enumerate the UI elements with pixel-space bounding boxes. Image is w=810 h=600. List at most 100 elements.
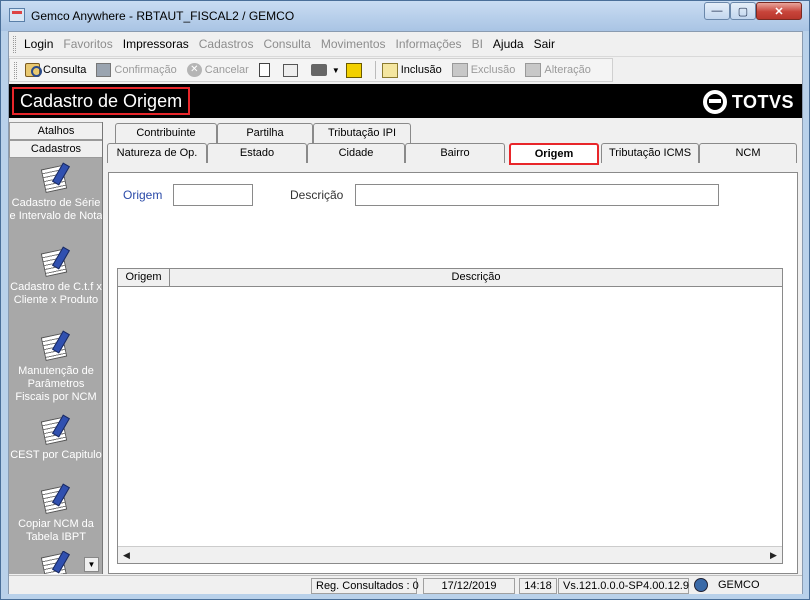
menu-favoritos[interactable]: Favoritos <box>63 37 112 51</box>
close-button[interactable]: ✕ <box>756 2 802 20</box>
toolbar-grip <box>14 61 17 79</box>
menu-ajuda[interactable]: Ajuda <box>493 37 524 51</box>
consulta-button[interactable]: Consulta <box>25 63 86 77</box>
sidebar-item-ctf-cliente-produto[interactable]: Cadastro de C.t.f x Cliente x Produto <box>9 246 102 307</box>
main-panel: Contribuinte Partilha Tributação IPI Nat… <box>105 122 802 574</box>
form-edit-icon <box>40 414 71 446</box>
menu-login[interactable]: Login <box>24 37 53 51</box>
descricao-input[interactable] <box>355 184 719 206</box>
sidebar: Atalhos Cadastros Cadastro de Série e In… <box>9 122 103 574</box>
form-edit-icon <box>40 483 71 515</box>
app-icon <box>9 8 25 22</box>
menu-movimentos[interactable]: Movimentos <box>321 37 386 51</box>
sidebar-shortcut-list: Cadastro de Série e Intervalo de Nota Ca… <box>9 159 103 574</box>
form-edit-icon <box>40 330 71 362</box>
open-button[interactable] <box>282 63 301 77</box>
inclusao-button[interactable]: Inclusão <box>381 62 442 78</box>
tab-partilha[interactable]: Partilha <box>217 123 313 143</box>
toolbar: Consulta Confirmação ✕ Cancelar ▼ Inclus… <box>9 58 613 82</box>
delete-icon <box>451 63 468 77</box>
user-icon <box>694 578 708 592</box>
print-button[interactable] <box>310 64 330 76</box>
origem-label: Origem <box>123 188 163 202</box>
tab-estado[interactable]: Estado <box>207 143 307 163</box>
grid-header: Origem Descrição <box>118 269 782 287</box>
cancelar-button[interactable]: ✕ Cancelar <box>186 63 249 77</box>
form-edit-icon <box>40 551 71 574</box>
menu-consulta[interactable]: Consulta <box>263 37 310 51</box>
sidebar-item-label: Cadastro de C.t.f x Cliente x Produto <box>10 281 102 306</box>
menu-sair[interactable]: Sair <box>534 37 555 51</box>
descricao-label: Descrição <box>290 188 344 202</box>
sidebar-item-parametros-ncm[interactable]: Manutenção de Parâmetros Fiscais por NCM <box>9 330 102 404</box>
tab-bairro[interactable]: Bairro <box>405 143 505 163</box>
status-registros: Reg. Consultados : 0 <box>311 578 419 594</box>
logo-text: TOTVS <box>731 91 794 112</box>
tab-cidade[interactable]: Cidade <box>307 143 405 163</box>
app-window: Gemco Anywhere - RBTAUT_FISCAL2 / GEMCO … <box>0 0 810 600</box>
tab-tributacao-ipi[interactable]: Tributação IPI <box>313 123 411 143</box>
export-button[interactable] <box>345 62 365 78</box>
search-icon <box>25 63 42 77</box>
form-edit-icon <box>40 162 71 194</box>
sidebar-item-serie-intervalo[interactable]: Cadastro de Série e Intervalo de Nota <box>9 162 103 223</box>
menu-grip <box>13 35 16 53</box>
sidebar-scroll-down-button[interactable]: ▼ <box>84 557 99 572</box>
inclusao-label: Inclusão <box>400 64 442 76</box>
sidebar-item-label: CEST por Capitulo <box>10 449 102 461</box>
status-date: 17/12/2019 <box>423 578 515 594</box>
menu-bi[interactable]: BI <box>472 37 483 51</box>
client-area: Login Favoritos Impressoras Cadastros Co… <box>8 31 803 594</box>
totvs-logo-icon <box>702 90 727 114</box>
menu-cadastros[interactable]: Cadastros <box>199 37 254 51</box>
sidebar-tab-cadastros[interactable]: Cadastros <box>9 140 102 158</box>
sidebar-item-label: Copiar NCM da Tabela IBPT <box>18 518 94 543</box>
alteracao-label: Alteração <box>544 64 591 76</box>
scroll-left-icon[interactable]: ◀ <box>119 548 134 562</box>
toolbar-separator <box>374 61 376 79</box>
sidebar-item-cest-capitulo[interactable]: CEST por Capitulo <box>9 414 102 462</box>
grid-horizontal-scrollbar[interactable]: ◀ ▶ <box>118 546 782 563</box>
header-band: Cadastro de Origem TOTVS <box>9 84 802 118</box>
edit-icon <box>525 63 542 77</box>
minimize-button[interactable]: — <box>704 2 730 20</box>
confirmacao-button[interactable]: Confirmação <box>96 63 177 77</box>
sidebar-item-label: Cadastro de Série e Intervalo de Nota <box>9 197 103 222</box>
alteracao-button[interactable]: Alteração <box>525 63 591 77</box>
tab-contribuinte[interactable]: Contribuinte <box>115 123 217 143</box>
tab-natureza-op[interactable]: Natureza de Op. <box>107 143 207 163</box>
add-icon <box>381 62 398 78</box>
title-bar[interactable]: Gemco Anywhere - RBTAUT_FISCAL2 / GEMCO … <box>1 1 809 31</box>
sidebar-item-label: Manutenção de Parâmetros Fiscais por NCM <box>15 365 97 403</box>
maximize-button[interactable]: ▢ <box>730 2 756 20</box>
new-page-button[interactable] <box>258 63 273 77</box>
menu-informacoes[interactable]: Informações <box>396 37 462 51</box>
cancel-icon: ✕ <box>186 63 202 77</box>
scroll-right-icon[interactable]: ▶ <box>766 548 781 562</box>
exclusao-button[interactable]: Exclusão <box>451 63 516 77</box>
origem-input[interactable] <box>173 184 253 206</box>
status-bar: Reg. Consultados : 0 17/12/2019 14:18 Vs… <box>9 575 802 594</box>
menu-bar: Login Favoritos Impressoras Cadastros Co… <box>9 32 802 57</box>
exclusao-label: Exclusão <box>470 64 516 76</box>
tab-origem[interactable]: Origem <box>509 143 599 165</box>
totvs-logo: TOTVS <box>702 90 794 114</box>
sidebar-item-copiar-ncm-ibpt[interactable]: Copiar NCM da Tabela IBPT <box>9 483 102 544</box>
menu-impressoras[interactable]: Impressoras <box>123 37 189 51</box>
origem-grid[interactable]: Origem Descrição ◀ ▶ <box>117 268 783 564</box>
open-icon <box>282 63 298 77</box>
print-dropdown-icon[interactable]: ▼ <box>332 66 340 75</box>
confirmacao-label: Confirmação <box>114 64 177 76</box>
status-user: GEMCO <box>714 578 774 594</box>
column-header-origem[interactable]: Origem <box>118 269 170 286</box>
status-time: 14:18 <box>519 578 557 594</box>
column-header-descricao[interactable]: Descrição <box>170 269 782 286</box>
cancelar-label: Cancelar <box>204 64 249 76</box>
screen-title: Cadastro de Origem <box>12 87 191 115</box>
new-page-icon <box>258 63 270 77</box>
form-edit-icon <box>40 246 71 278</box>
tab-ncm[interactable]: NCM <box>699 143 797 163</box>
sidebar-tab-atalhos[interactable]: Atalhos <box>9 122 102 140</box>
tab-tributacao-icms[interactable]: Tributação ICMS <box>601 143 699 163</box>
save-icon <box>96 63 112 77</box>
